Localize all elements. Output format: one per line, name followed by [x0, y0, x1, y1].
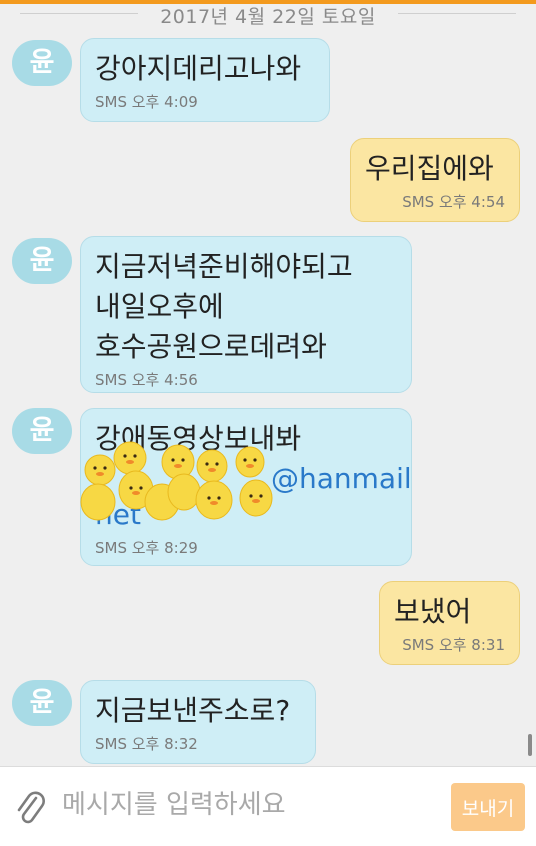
avatar[interactable]: 윤: [12, 238, 72, 284]
message-meta: SMS 오후 4:09: [95, 93, 198, 111]
message-meta: SMS 오후 8:29: [95, 539, 198, 557]
message-meta: SMS 오후 8:31: [402, 636, 505, 654]
message-bubble-incoming[interactable]: 지금보낸주소로? SMS 오후 8:32: [80, 680, 316, 764]
message-text: 강아지데리고나와: [95, 52, 302, 85]
message-meta: SMS 오후 4:54: [402, 193, 505, 211]
message-meta: SMS 오후 4:56: [95, 371, 198, 389]
message-bubble-incoming[interactable]: 강아지데리고나와 SMS 오후 4:09: [80, 38, 330, 122]
avatar[interactable]: 윤: [12, 40, 72, 86]
message-text: 지금보낸주소로?: [95, 694, 291, 727]
message-bubble-outgoing[interactable]: 보냈어 SMS 오후 8:31: [379, 581, 520, 665]
message-text: 지금저녁준비해야되고 내일오후에 호수공원으로데려와: [95, 250, 353, 363]
message-text: 보냈어: [394, 595, 472, 628]
duck-stickers-icon: [80, 441, 273, 521]
message-meta: SMS 오후 8:32: [95, 735, 198, 753]
date-divider-line-left: [20, 13, 138, 14]
message-bubble-outgoing[interactable]: 우리집에와 SMS 오후 4:54: [350, 138, 520, 222]
send-button[interactable]: 보내기: [451, 783, 525, 831]
paperclip-icon[interactable]: [14, 789, 48, 829]
date-divider-line-right: [398, 13, 516, 14]
message-composer: 보내기: [0, 766, 536, 846]
email-link-domain: @hanmail: [271, 462, 412, 495]
date-divider: 2017년 4월 22일 토요일: [0, 0, 536, 28]
scrollbar[interactable]: [528, 734, 532, 756]
date-divider-text: 2017년 4월 22일 토요일: [160, 6, 376, 28]
message-bubble-incoming[interactable]: 지금저녁준비해야되고 내일오후에 호수공원으로데려와 SMS 오후 4:56: [80, 236, 412, 393]
avatar[interactable]: 윤: [12, 408, 72, 454]
message-input[interactable]: [62, 783, 438, 827]
avatar[interactable]: 윤: [12, 680, 72, 726]
message-text: 우리집에와: [365, 152, 494, 185]
